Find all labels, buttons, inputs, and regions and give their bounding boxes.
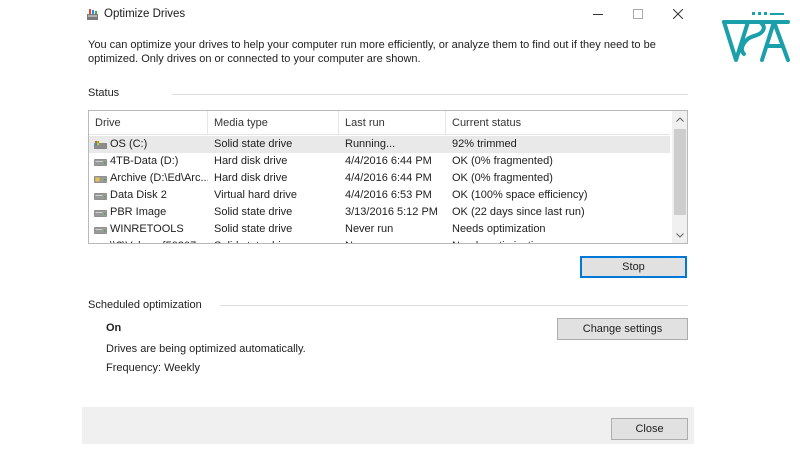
change-settings-button[interactable]: Change settings bbox=[557, 318, 688, 340]
drive-row[interactable]: \\?\Volume{50307e... Solid state drive Nev… bbox=[89, 238, 670, 244]
current-status-cell: OK (0% fragmented) bbox=[452, 172, 553, 184]
schedule-frequency: Frequency: Weekly bbox=[106, 362, 200, 374]
scheduled-divider bbox=[220, 305, 688, 306]
current-status-cell: 92% trimmed bbox=[452, 138, 517, 150]
drive-name: \\?\Volume{50307e... bbox=[110, 238, 208, 243]
maximize-button[interactable] bbox=[620, 2, 656, 26]
media-type-cell: Solid state drive bbox=[214, 223, 293, 235]
drive-name: Data Disk 2 bbox=[110, 189, 167, 201]
scroll-down-button[interactable] bbox=[672, 227, 687, 243]
optimize-drives-window: Optimize Drives You can optimize your dr… bbox=[80, 0, 696, 446]
scroll-thumb[interactable] bbox=[674, 129, 686, 215]
hard-drive-icon bbox=[94, 159, 107, 166]
drive-name: OS (C:) bbox=[110, 138, 148, 150]
drive-name: Archive (D:\Ed\Arc... bbox=[110, 172, 208, 184]
window-title: Optimize Drives bbox=[104, 8, 186, 20]
optimize-drives-app-icon bbox=[87, 9, 98, 20]
minimize-button[interactable] bbox=[580, 2, 616, 26]
title-bar[interactable]: Optimize Drives bbox=[80, 0, 696, 30]
drive-row[interactable]: OS (C:) Solid state drive Running... 92% tr… bbox=[89, 136, 670, 153]
status-divider bbox=[172, 94, 688, 95]
media-type-cell: Hard disk drive bbox=[214, 172, 288, 184]
current-status-cell: Needs optimization bbox=[452, 238, 670, 243]
drive-row[interactable]: Data Disk 2 Virtual hard drive 4/4/2016 6:… bbox=[89, 187, 670, 204]
drive-row[interactable]: Archive (D:\Ed\Arc... Hard disk drive 4/4/… bbox=[89, 170, 670, 187]
hard-drive-icon bbox=[94, 227, 107, 234]
drive-cell: OS (C:) bbox=[89, 136, 208, 153]
description-text: You can optimize your drives to help you… bbox=[88, 39, 656, 65]
column-header-drive[interactable]: Drive bbox=[89, 111, 208, 135]
chevron-down-icon bbox=[676, 232, 684, 238]
drive-row[interactable]: PBR Image Solid state drive 3/13/2016 5:12… bbox=[89, 204, 670, 221]
last-run-cell: 4/4/2016 6:53 PM bbox=[345, 189, 432, 201]
media-type-cell: Solid state drive bbox=[214, 238, 339, 243]
close-window-button[interactable] bbox=[660, 2, 696, 26]
column-header-media-type[interactable]: Media type bbox=[208, 111, 339, 135]
current-status-cell: OK (22 days since last run) bbox=[452, 206, 585, 218]
media-type-cell: Hard disk drive bbox=[214, 155, 288, 167]
last-run-cell: 4/4/2016 6:44 PM bbox=[345, 155, 432, 167]
status-section-label: Status bbox=[88, 87, 120, 99]
drive-name: WINRETOOLS bbox=[110, 223, 184, 235]
drives-list-header: Drive Media type Last run Current status bbox=[89, 111, 670, 135]
close-button[interactable]: Close bbox=[611, 418, 688, 440]
drive-name: 4TB-Data (D:) bbox=[110, 155, 179, 167]
scroll-up-button[interactable] bbox=[672, 111, 687, 127]
column-header-last-run[interactable]: Last run bbox=[339, 111, 446, 135]
stop-button[interactable]: Stop bbox=[580, 256, 687, 278]
last-run-cell: 3/13/2016 5:12 PM bbox=[345, 206, 438, 218]
close-icon bbox=[673, 9, 683, 19]
minimize-icon bbox=[593, 14, 603, 15]
last-run-cell: Never run bbox=[345, 223, 394, 235]
drive-cell: PBR Image bbox=[89, 204, 208, 221]
drive-cell: \\?\Volume{50307e... bbox=[89, 238, 208, 244]
media-type-cell: Solid state drive bbox=[214, 138, 293, 150]
scheduled-section-label: Scheduled optimization bbox=[88, 299, 202, 311]
drive-name: PBR Image bbox=[110, 206, 167, 218]
last-run-cell: 4/4/2016 6:44 PM bbox=[345, 172, 432, 184]
maximize-icon bbox=[633, 9, 643, 19]
drive-cell: 4TB-Data (D:) bbox=[89, 153, 208, 170]
drive-cell: Archive (D:\Ed\Arc... bbox=[89, 170, 208, 187]
schedule-description: Drives are being optimized automatically… bbox=[106, 343, 306, 355]
current-status-cell: OK (100% space efficiency) bbox=[452, 189, 588, 201]
last-run-cell: Running... bbox=[345, 138, 396, 150]
column-header-current-status[interactable]: Current status bbox=[446, 111, 670, 135]
drive-cell: Data Disk 2 bbox=[89, 187, 208, 204]
chevron-up-icon bbox=[676, 116, 684, 122]
drive-row[interactable]: WINRETOOLS Solid state drive Never run Need… bbox=[89, 221, 670, 238]
schedule-state: On bbox=[106, 322, 122, 334]
drives-list-scrollbar[interactable] bbox=[672, 111, 687, 243]
drive-cell: WINRETOOLS bbox=[89, 221, 208, 238]
media-type-cell: Solid state drive bbox=[214, 206, 293, 218]
drives-list[interactable]: Drive Media type Last run Current status… bbox=[88, 110, 688, 244]
current-status-cell: Needs optimization bbox=[452, 223, 546, 235]
last-run-cell: Never run bbox=[345, 238, 446, 243]
drive-row[interactable]: 4TB-Data (D:) Hard disk drive 4/4/2016 6:4… bbox=[89, 153, 670, 170]
os-drive-icon bbox=[94, 141, 107, 149]
hard-drive-icon bbox=[94, 243, 107, 244]
current-status-cell: OK (0% fragmented) bbox=[452, 155, 553, 167]
media-type-cell: Virtual hard drive bbox=[214, 189, 297, 201]
hard-drive-icon bbox=[94, 193, 107, 200]
mounted-drive-icon bbox=[94, 176, 107, 183]
hard-drive-icon bbox=[94, 210, 107, 217]
brand-logo bbox=[722, 12, 790, 62]
dialog-footer: Close bbox=[82, 407, 694, 444]
